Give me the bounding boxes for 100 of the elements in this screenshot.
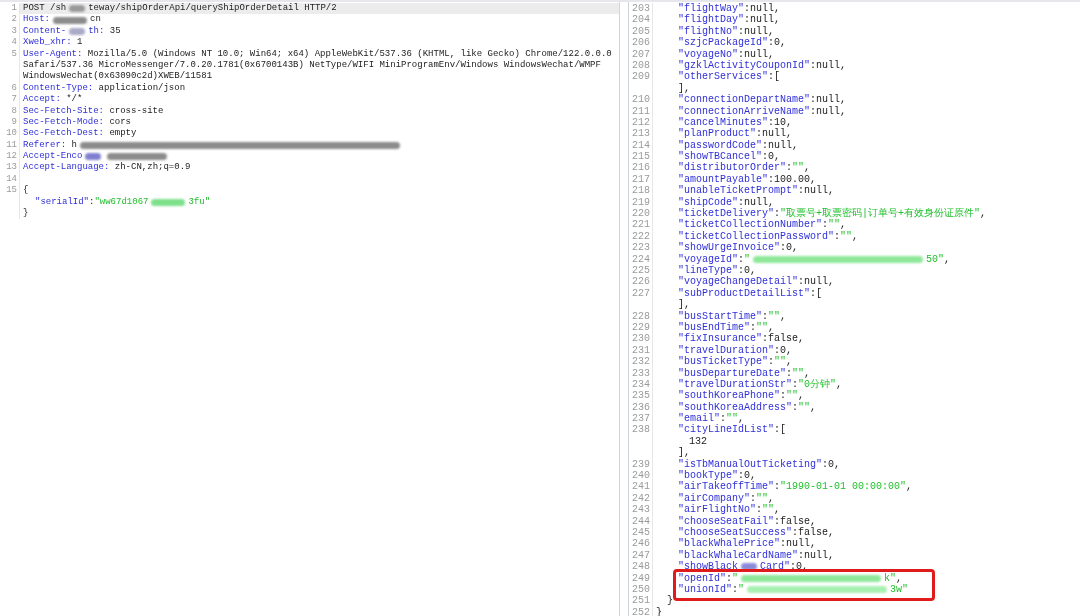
line-number: 216: [632, 162, 650, 174]
code-text: 132: [689, 435, 707, 448]
line-number: 226: [632, 276, 650, 288]
code-text: }: [667, 595, 673, 607]
code-text: "busDepartureDate":"",: [678, 367, 811, 379]
code-text: "gzklActivityCouponId":null,: [678, 59, 847, 72]
line-number: 10: [6, 128, 17, 139]
line-number: 221: [632, 219, 650, 231]
code-text: "szjcPackageId":0,: [678, 37, 787, 49]
code-text: "unableTicketPrompt":null,: [678, 185, 835, 197]
line-number: 210: [632, 94, 650, 106]
code-text: "southKoreaAddress":"",: [678, 401, 817, 413]
line-number: 230: [632, 333, 650, 345]
line-number: 13: [6, 162, 17, 173]
line-number: 249: [632, 572, 650, 584]
line-number: 247: [632, 549, 650, 561]
code-text: "showBlack: [678, 561, 738, 573]
code-text: Accept-Enco: [23, 151, 83, 163]
line-number: 209: [632, 71, 650, 83]
code-text: ],: [678, 82, 690, 94]
code-text: k",: [884, 572, 903, 584]
code-text: "bookType":0,: [678, 470, 757, 482]
line-number: 213: [632, 128, 650, 140]
code-text: "amountPayable":100.00,: [678, 173, 817, 185]
line-number: 219: [632, 196, 650, 208]
code-text: Sec-Fetch-Mode: cors: [23, 116, 132, 128]
line-number: 228: [632, 310, 650, 322]
code-text: "shipCode":null,: [678, 196, 775, 208]
code-text: ],: [678, 447, 690, 459]
code-text: "ticketCollectionPassword":"",: [678, 230, 859, 242]
code-text: "ticketDelivery":"取票号+取票密码|订单号+有效身份证原件",: [678, 208, 987, 220]
code-text: WindowsWechat(0x63090c2d)XWEB/11581: [23, 71, 213, 83]
code-text: "distributorOrder":"",: [678, 162, 811, 174]
code-text: {: [23, 185, 29, 197]
line-number: 8: [11, 105, 17, 116]
line-number: 225: [632, 265, 650, 276]
code-text: "cancelMinutes":10,: [678, 116, 793, 128]
code-text: Content-: [23, 25, 67, 37]
line-number: 250: [632, 583, 650, 595]
code-text: Xweb_xhr: 1: [23, 37, 83, 49]
line-number: 233: [632, 367, 650, 379]
code-text: "showUrgeInvoice":0,: [678, 242, 799, 254]
line-number: 251: [632, 595, 650, 607]
line-number: 242: [632, 492, 650, 504]
code-text: "voyageNo":null,: [678, 48, 775, 60]
line-number: 6: [11, 82, 17, 93]
line-number: 15: [6, 185, 17, 196]
line-number: 3: [11, 25, 17, 36]
line-number: 239: [632, 458, 650, 470]
line-number: 4: [11, 37, 17, 48]
line-number: 231: [632, 344, 650, 356]
code-text: "flightDay":null,: [678, 14, 781, 26]
code-text: "voyageId":": [678, 253, 751, 265]
code-text: "openId":": [678, 572, 739, 584]
line-number: 14: [6, 173, 17, 184]
line-number: 223: [632, 242, 650, 254]
line-number: 238: [632, 424, 650, 436]
code-text: "blackWhaleCardName":null,: [678, 549, 835, 561]
line-number: 227: [632, 287, 650, 299]
code-text: "unionId":": [678, 583, 745, 596]
line-number: 203: [632, 3, 650, 14]
code-text: "cityLineIdList":[: [678, 424, 787, 436]
code-text: "busTicketType":"",: [678, 356, 793, 368]
code-text: POST /sh: [23, 3, 67, 15]
line-number: 224: [632, 253, 650, 265]
line-number: 237: [632, 413, 650, 425]
line-number: 212: [632, 116, 650, 128]
line-number: 229: [632, 321, 650, 333]
line-number: 243: [632, 504, 650, 516]
code-text: "busEndTime":"",: [678, 321, 775, 333]
code-text: }: [656, 606, 662, 616]
line-number: 236: [632, 401, 650, 413]
code-text: "subProductDetailList":[: [678, 287, 823, 299]
code-text: "flightNo":null,: [678, 25, 775, 37]
code-text: th: 35: [88, 25, 121, 38]
code-text: "connectionDepartName":null,: [678, 94, 847, 106]
line-number: 234: [632, 378, 650, 390]
line-number: 214: [632, 139, 650, 151]
code-text: "planProduct":null,: [678, 128, 793, 140]
code-text: User-Agent: Mozilla/5.0 (Windows NT 10.0; Win64; x64) AppleWebKit/537.36 (KHTML, like Gecko) Chrome/122.0.0.0: [23, 48, 612, 60]
line-number: 5: [11, 48, 17, 59]
line-number: 1: [11, 3, 17, 13]
code-text: "voyageChangeDetail":null,: [678, 276, 835, 288]
code-text: "ticketCollectionNumber":"",: [678, 219, 847, 231]
line-number: 217: [632, 173, 650, 185]
line-number: 246: [632, 538, 650, 550]
code-text: 3fu": [188, 196, 211, 209]
code-text: Host:: [23, 14, 50, 26]
code-text: Sec-Fetch-Dest: empty: [23, 128, 137, 140]
code-text: Content-Type: application/json: [23, 82, 186, 94]
code-text: "travelDuration":0,: [678, 344, 793, 356]
line-number: 241: [632, 481, 650, 493]
line-number: 244: [632, 515, 650, 527]
line-number: 222: [632, 230, 650, 242]
code-text: "email":"",: [678, 413, 745, 425]
code-text: "airTakeoffTime":"1990-01-01 00:00:00",: [678, 481, 913, 493]
code-text: "serialId":"ww67d1067: [35, 196, 149, 209]
code-text: "travelDurationStr":"0分钟",: [678, 378, 843, 390]
line-number: 12: [6, 151, 17, 162]
code-text: Accept-Language: zh-CN,zh;q=0.9: [23, 162, 191, 174]
